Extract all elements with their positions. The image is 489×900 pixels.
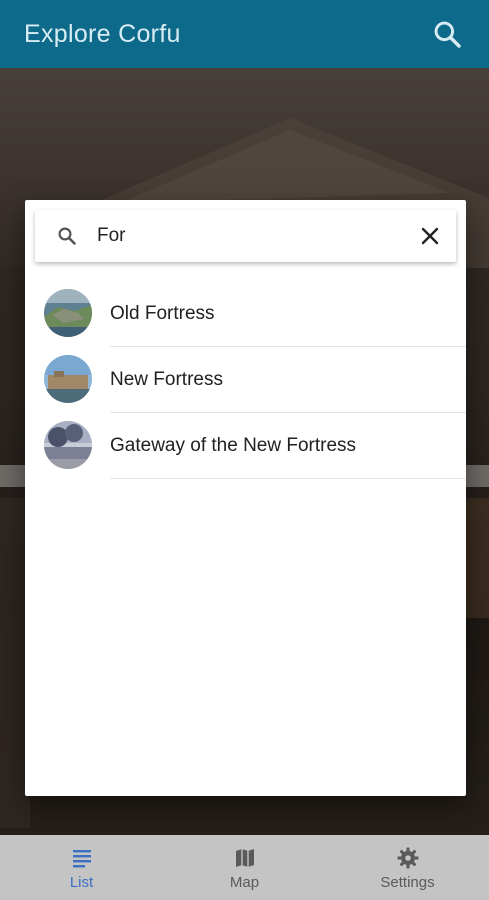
nav-item-settings[interactable]: Settings — [326, 835, 489, 900]
result-item-new-fortress[interactable]: New Fortress — [25, 347, 466, 413]
result-item-old-fortress[interactable]: Old Fortress — [25, 281, 466, 347]
close-icon — [421, 227, 439, 245]
search-icon — [434, 21, 461, 48]
result-item-gateway-new-fortress[interactable]: Gateway of the New Fortress — [25, 413, 466, 479]
result-label: New Fortress — [110, 369, 223, 390]
nav-label-list: List — [69, 874, 94, 891]
search-results-list: Old Fortress New Fortress Gateway of the… — [25, 281, 466, 479]
search-dialog: Old Fortress New Fortress — [25, 200, 466, 796]
search-input[interactable] — [97, 220, 397, 252]
divider — [110, 478, 466, 479]
list-icon — [72, 850, 91, 868]
app-bar: Explore Corfu — [0, 0, 489, 68]
search-icon — [58, 227, 76, 245]
result-label: Old Fortress — [110, 303, 215, 324]
bottom-navigation: List Map Settings — [0, 835, 489, 900]
new-fortress-thumbnail — [44, 355, 92, 403]
nav-item-map[interactable]: Map — [163, 835, 326, 900]
old-fortress-thumbnail — [44, 289, 92, 337]
clear-search-button[interactable] — [418, 224, 442, 248]
app-search-button[interactable] — [429, 16, 465, 52]
search-bar — [35, 210, 456, 262]
gateway-thumbnail — [44, 421, 92, 469]
map-icon — [235, 849, 254, 867]
nav-item-list[interactable]: List — [0, 835, 163, 900]
result-label: Gateway of the New Fortress — [110, 435, 357, 456]
app-title: Explore Corfu — [24, 19, 181, 48]
nav-label-map: Map — [229, 874, 260, 891]
nav-label-settings: Settings — [380, 874, 435, 891]
gear-icon — [397, 847, 418, 869]
